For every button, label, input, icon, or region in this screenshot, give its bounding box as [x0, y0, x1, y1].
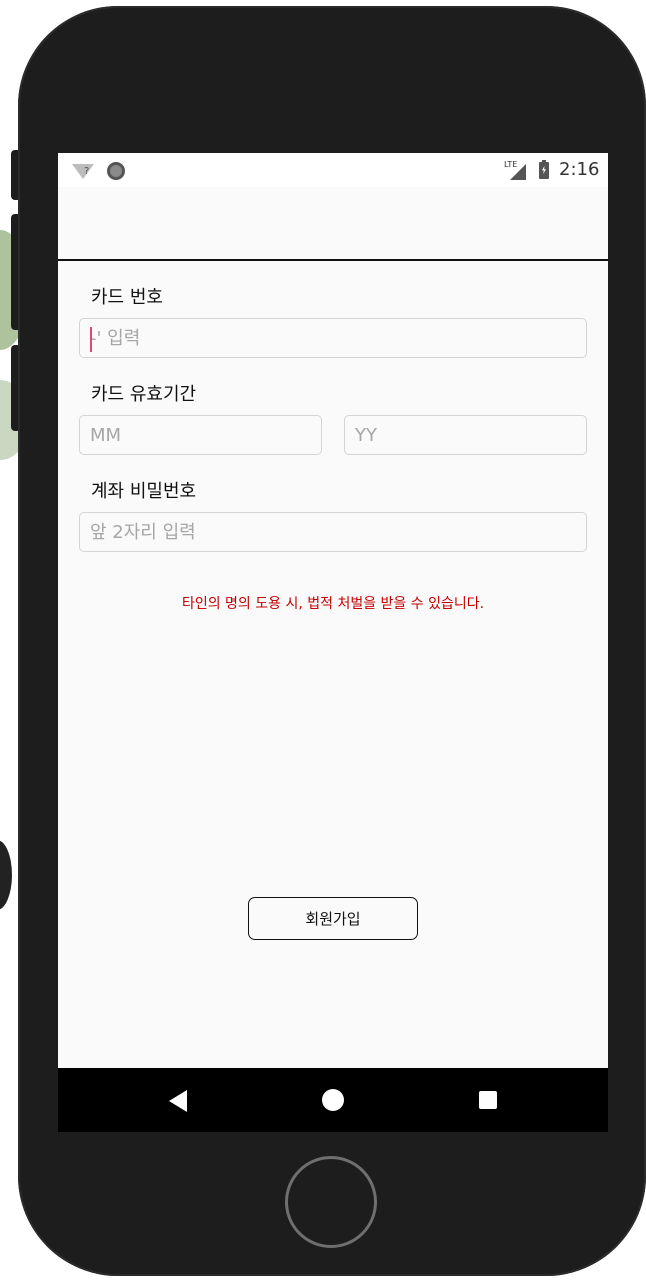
navigation-bar: [58, 1068, 608, 1132]
card-expiry-label: 카드 유효기간: [91, 384, 197, 405]
sync-icon: [107, 162, 125, 180]
text-cursor: [90, 327, 92, 352]
home-icon[interactable]: [322, 1089, 344, 1111]
status-bar: ? LTE 2:16: [58, 153, 608, 187]
expiry-year-input[interactable]: [344, 415, 587, 455]
hardware-home-button[interactable]: [285, 1156, 377, 1248]
app-screen: ? LTE 2:16 카드 번호 카드 유효기간 계좌 비밀번호 타인의 명의 …: [58, 153, 608, 1132]
recents-icon[interactable]: [479, 1091, 497, 1109]
background-object: [0, 840, 12, 910]
expiry-month-input[interactable]: [79, 415, 322, 455]
signup-button[interactable]: 회원가입: [248, 897, 418, 940]
status-time: 2:16: [559, 159, 600, 180]
device-stage: ? LTE 2:16 카드 번호 카드 유효기간 계좌 비밀번호 타인의 명의 …: [0, 0, 646, 1280]
identity-theft-warning: 타인의 명의 도용 시, 법적 처벌을 받을 수 있습니다.: [181, 596, 485, 612]
account-password-input[interactable]: [79, 512, 587, 552]
wifi-icon: [72, 164, 94, 179]
signal-icon: [510, 164, 526, 180]
account-password-label: 계좌 비밀번호: [91, 481, 197, 502]
back-icon[interactable]: [169, 1090, 187, 1112]
card-number-input[interactable]: [79, 318, 587, 358]
wifi-unknown-badge: ?: [84, 166, 90, 177]
battery-charging-icon: [539, 160, 549, 179]
card-number-label: 카드 번호: [91, 287, 163, 308]
app-bar: [58, 187, 608, 261]
